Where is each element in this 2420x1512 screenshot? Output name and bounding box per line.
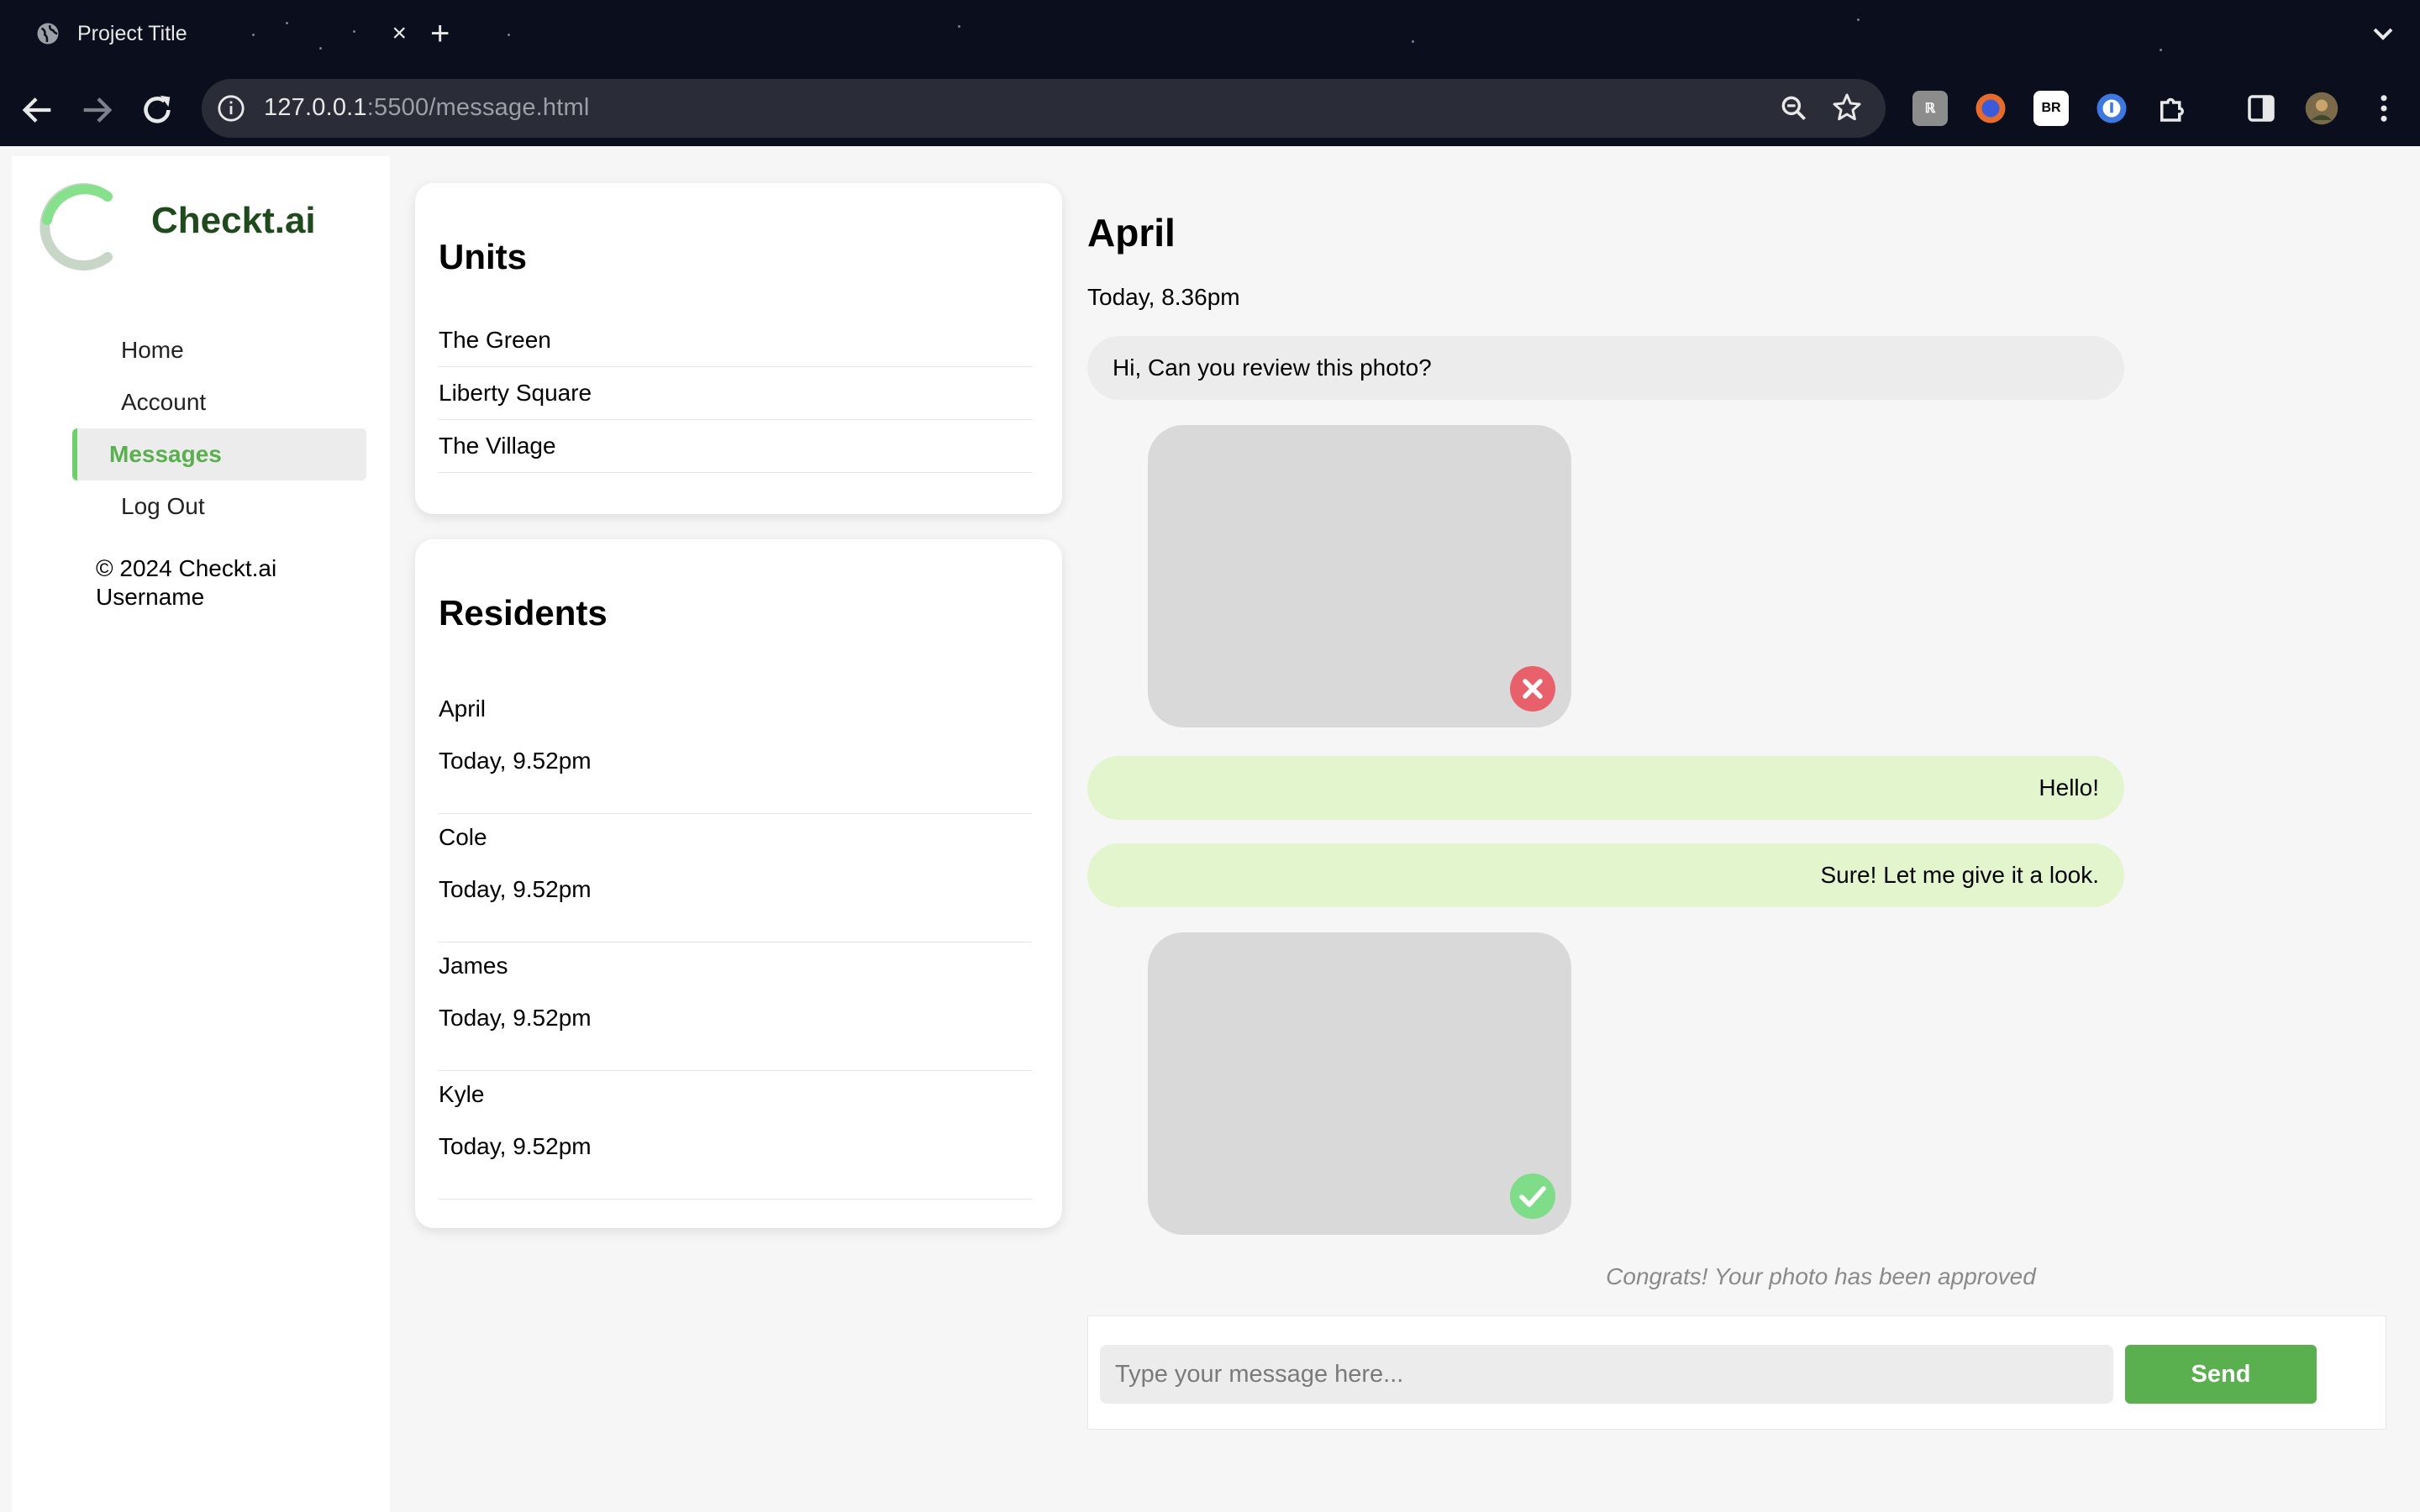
zoom-icon[interactable] (1778, 92, 1810, 124)
nav-item-home[interactable]: Home (72, 324, 366, 376)
send-button[interactable]: Send (2125, 1345, 2317, 1404)
resident-time: Today, 9.52pm (439, 748, 592, 774)
outgoing-message: Sure! Let me give it a look. (1087, 843, 2124, 907)
address-bar[interactable]: 127.0.0.1:5500/message.html (202, 79, 1886, 138)
browser-toolbar: 127.0.0.1:5500/message.html ℝ BR (0, 72, 2420, 146)
resident-time: Today, 9.52pm (439, 1133, 592, 1159)
units-list: The Green Liberty Square The Village (439, 314, 1032, 473)
resident-item[interactable]: James Today, 9.52pm (439, 942, 1032, 1071)
forward-arrow-icon[interactable] (77, 91, 116, 129)
sidebar: Checkt.ai Home Account Messages Log Out … (12, 156, 390, 1512)
message-composer: Send (1087, 1315, 2386, 1430)
sidebar-footer: © 2024 Checkt.ai Username (96, 554, 276, 612)
incoming-message: Hi, Can you review this photo? (1087, 336, 2124, 400)
username-text: Username (96, 584, 205, 610)
bookmark-star-icon[interactable] (1830, 91, 1864, 124)
unit-item[interactable]: Liberty Square (439, 367, 1032, 420)
browser-chrome: Project Title × + 127.0.0.1:5500/message… (0, 0, 2420, 146)
url-path: :5500/message.html (366, 94, 590, 121)
password-manager-icon[interactable] (2094, 91, 2129, 126)
resident-item[interactable]: Cole Today, 9.52pm (439, 814, 1032, 942)
residents-card: Residents April Today, 9.52pm Cole Today… (415, 539, 1062, 1228)
nav-item-logout[interactable]: Log Out (72, 480, 366, 533)
unit-item[interactable]: The Green (439, 314, 1032, 367)
br-extension-icon[interactable]: BR (2033, 91, 2069, 126)
chat-timestamp: Today, 8.36pm (1087, 284, 1240, 310)
check-circle-icon (1510, 1173, 1555, 1219)
extension-icon[interactable]: ℝ (1912, 91, 1948, 126)
nav-item-messages[interactable]: Messages (72, 428, 366, 480)
approval-note: Congrats! Your photo has been approved (1606, 1263, 2036, 1289)
resident-name: Cole (439, 824, 487, 850)
resident-name: April (439, 696, 487, 722)
resident-time: Today, 9.52pm (439, 876, 592, 902)
units-title: Units (439, 237, 527, 276)
site-info-icon[interactable] (217, 94, 245, 123)
extensions-puzzle-icon[interactable] (2154, 91, 2190, 126)
copyright-text: © 2024 Checkt.ai (96, 555, 277, 581)
brand-name: Checkt.ai (151, 200, 316, 241)
unit-item[interactable]: The Village (439, 420, 1032, 473)
message-input[interactable] (1100, 1345, 2113, 1404)
firefox-relay-icon[interactable] (1973, 91, 2008, 126)
reload-icon[interactable] (138, 91, 176, 129)
nav-item-account[interactable]: Account (72, 376, 366, 428)
tab-search-chevron-icon[interactable] (2366, 17, 2400, 50)
tab-title: Project Title (77, 21, 187, 45)
resident-name: James (439, 953, 508, 979)
new-tab-button[interactable]: + (430, 13, 450, 54)
x-circle-icon (1510, 666, 1555, 711)
side-panel-icon[interactable] (2244, 91, 2279, 126)
photo-attachment[interactable] (1148, 932, 1571, 1235)
browser-tab[interactable]: Project Title × (12, 7, 415, 60)
profile-avatar-icon[interactable] (2304, 91, 2339, 126)
resident-time: Today, 9.52pm (439, 1005, 592, 1031)
browser-menu-icon[interactable] (2366, 91, 2402, 126)
residents-title: Residents (439, 593, 608, 633)
checkt-logo-icon (39, 183, 113, 270)
residents-list: April Today, 9.52pm Cole Today, 9.52pm J… (439, 685, 1032, 1200)
resident-name: Kyle (439, 1081, 485, 1107)
sidebar-nav: Home Account Messages Log Out (72, 324, 366, 533)
resident-item[interactable]: April Today, 9.52pm (439, 685, 1032, 814)
tab-close-button[interactable]: × (392, 19, 407, 48)
photo-attachment[interactable] (1148, 425, 1571, 727)
url-text[interactable]: 127.0.0.1:5500/message.html (264, 94, 590, 122)
units-card: Units The Green Liberty Square The Villa… (415, 183, 1062, 514)
chat-contact-name: April (1087, 211, 1176, 255)
back-arrow-icon[interactable] (18, 91, 57, 129)
resident-item[interactable]: Kyle Today, 9.52pm (439, 1071, 1032, 1200)
url-host: 127.0.0.1 (264, 94, 367, 121)
outgoing-message: Hello! (1087, 756, 2124, 820)
globe-icon (37, 23, 59, 45)
